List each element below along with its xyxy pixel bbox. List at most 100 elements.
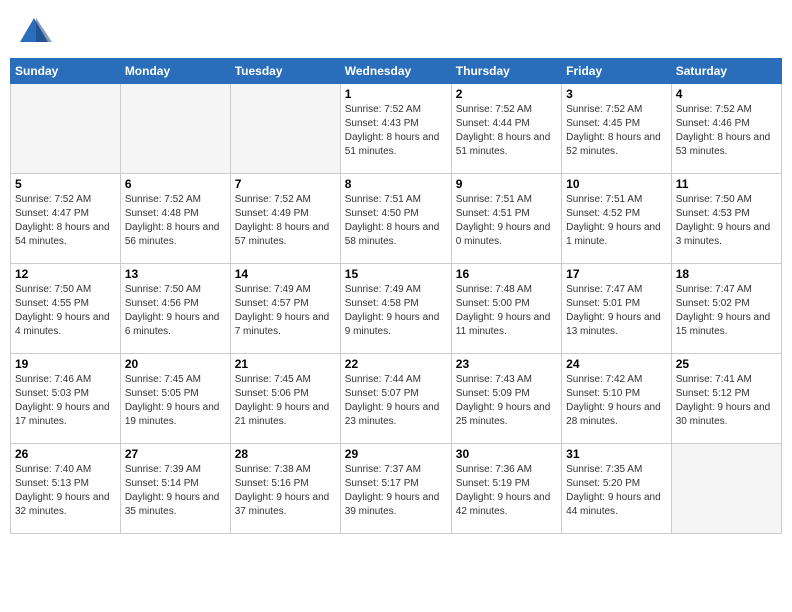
- day-number: 10: [566, 177, 667, 191]
- day-info: Sunrise: 7:43 AM Sunset: 5:09 PM Dayligh…: [456, 373, 557, 429]
- weekday-header: Monday: [120, 59, 230, 84]
- day-number: 28: [235, 447, 336, 461]
- day-info: Sunrise: 7:47 AM Sunset: 5:02 PM Dayligh…: [676, 283, 777, 339]
- day-info: Sunrise: 7:51 AM Sunset: 4:51 PM Dayligh…: [456, 193, 557, 249]
- day-info: Sunrise: 7:35 AM Sunset: 5:20 PM Dayligh…: [566, 463, 667, 519]
- day-cell: 18 Sunrise: 7:47 AM Sunset: 5:02 PM Dayli…: [671, 264, 781, 354]
- day-cell: 12 Sunrise: 7:50 AM Sunset: 4:55 PM Dayli…: [11, 264, 121, 354]
- day-cell: 25 Sunrise: 7:41 AM Sunset: 5:12 PM Dayli…: [671, 354, 781, 444]
- logo-icon: [16, 14, 52, 50]
- day-info: Sunrise: 7:49 AM Sunset: 4:57 PM Dayligh…: [235, 283, 336, 339]
- day-info: Sunrise: 7:52 AM Sunset: 4:48 PM Dayligh…: [125, 193, 226, 249]
- day-info: Sunrise: 7:52 AM Sunset: 4:49 PM Dayligh…: [235, 193, 336, 249]
- weekday-header: Sunday: [11, 59, 121, 84]
- day-cell: 31 Sunrise: 7:35 AM Sunset: 5:20 PM Dayli…: [562, 444, 672, 534]
- page-header: [10, 10, 782, 50]
- day-cell: 14 Sunrise: 7:49 AM Sunset: 4:57 PM Dayli…: [230, 264, 340, 354]
- day-info: Sunrise: 7:42 AM Sunset: 5:10 PM Dayligh…: [566, 373, 667, 429]
- day-cell: 4 Sunrise: 7:52 AM Sunset: 4:46 PM Daylig…: [671, 84, 781, 174]
- day-number: 8: [345, 177, 447, 191]
- day-cell: 3 Sunrise: 7:52 AM Sunset: 4:45 PM Daylig…: [562, 84, 672, 174]
- day-info: Sunrise: 7:45 AM Sunset: 5:05 PM Dayligh…: [125, 373, 226, 429]
- day-number: 16: [456, 267, 557, 281]
- day-info: Sunrise: 7:52 AM Sunset: 4:45 PM Dayligh…: [566, 103, 667, 159]
- day-number: 5: [15, 177, 116, 191]
- day-cell: 22 Sunrise: 7:44 AM Sunset: 5:07 PM Dayli…: [340, 354, 451, 444]
- day-number: 13: [125, 267, 226, 281]
- day-cell: [230, 84, 340, 174]
- day-number: 1: [345, 87, 447, 101]
- day-info: Sunrise: 7:46 AM Sunset: 5:03 PM Dayligh…: [15, 373, 116, 429]
- day-number: 24: [566, 357, 667, 371]
- day-cell: 2 Sunrise: 7:52 AM Sunset: 4:44 PM Daylig…: [451, 84, 561, 174]
- day-info: Sunrise: 7:52 AM Sunset: 4:47 PM Dayligh…: [15, 193, 116, 249]
- day-number: 26: [15, 447, 116, 461]
- day-number: 17: [566, 267, 667, 281]
- day-info: Sunrise: 7:39 AM Sunset: 5:14 PM Dayligh…: [125, 463, 226, 519]
- day-cell: 29 Sunrise: 7:37 AM Sunset: 5:17 PM Dayli…: [340, 444, 451, 534]
- day-number: 31: [566, 447, 667, 461]
- weekday-header: Thursday: [451, 59, 561, 84]
- day-number: 3: [566, 87, 667, 101]
- day-cell: 19 Sunrise: 7:46 AM Sunset: 5:03 PM Dayli…: [11, 354, 121, 444]
- day-cell: 27Sunrise: 7:39 AM Sunset: 5:14 PM Dayli…: [120, 444, 230, 534]
- day-info: Sunrise: 7:50 AM Sunset: 4:56 PM Dayligh…: [125, 283, 226, 339]
- week-row: 12 Sunrise: 7:50 AM Sunset: 4:55 PM Dayli…: [11, 264, 782, 354]
- day-number: 6: [125, 177, 226, 191]
- day-number: 2: [456, 87, 557, 101]
- day-cell: 16 Sunrise: 7:48 AM Sunset: 5:00 PM Dayli…: [451, 264, 561, 354]
- day-info: Sunrise: 7:51 AM Sunset: 4:50 PM Dayligh…: [345, 193, 447, 249]
- day-cell: 8 Sunrise: 7:51 AM Sunset: 4:50 PM Daylig…: [340, 174, 451, 264]
- day-number: 9: [456, 177, 557, 191]
- day-cell: 21 Sunrise: 7:45 AM Sunset: 5:06 PM Dayli…: [230, 354, 340, 444]
- day-info: Sunrise: 7:50 AM Sunset: 4:53 PM Dayligh…: [676, 193, 777, 249]
- day-number: 12: [15, 267, 116, 281]
- day-info: Sunrise: 7:41 AM Sunset: 5:12 PM Dayligh…: [676, 373, 777, 429]
- day-info: Sunrise: 7:52 AM Sunset: 4:44 PM Dayligh…: [456, 103, 557, 159]
- weekday-header: Friday: [562, 59, 672, 84]
- day-info: Sunrise: 7:51 AM Sunset: 4:52 PM Dayligh…: [566, 193, 667, 249]
- weekday-header: Saturday: [671, 59, 781, 84]
- day-cell: 17Sunrise: 7:47 AM Sunset: 5:01 PM Dayli…: [562, 264, 672, 354]
- weekday-header: Wednesday: [340, 59, 451, 84]
- day-cell: 6 Sunrise: 7:52 AM Sunset: 4:48 PM Daylig…: [120, 174, 230, 264]
- day-cell: [671, 444, 781, 534]
- day-number: 25: [676, 357, 777, 371]
- day-cell: 10 Sunrise: 7:51 AM Sunset: 4:52 PM Dayli…: [562, 174, 672, 264]
- day-number: 19: [15, 357, 116, 371]
- day-cell: 28 Sunrise: 7:38 AM Sunset: 5:16 PM Dayli…: [230, 444, 340, 534]
- weekday-header-row: SundayMondayTuesdayWednesdayThursdayFrid…: [11, 59, 782, 84]
- day-info: Sunrise: 7:52 AM Sunset: 4:43 PM Dayligh…: [345, 103, 447, 159]
- day-info: Sunrise: 7:37 AM Sunset: 5:17 PM Dayligh…: [345, 463, 447, 519]
- day-info: Sunrise: 7:48 AM Sunset: 5:00 PM Dayligh…: [456, 283, 557, 339]
- day-info: Sunrise: 7:50 AM Sunset: 4:55 PM Dayligh…: [15, 283, 116, 339]
- day-info: Sunrise: 7:49 AM Sunset: 4:58 PM Dayligh…: [345, 283, 447, 339]
- day-number: 22: [345, 357, 447, 371]
- day-info: Sunrise: 7:38 AM Sunset: 5:16 PM Dayligh…: [235, 463, 336, 519]
- day-cell: 26Sunrise: 7:40 AM Sunset: 5:13 PM Dayli…: [11, 444, 121, 534]
- day-cell: [11, 84, 121, 174]
- day-number: 4: [676, 87, 777, 101]
- day-number: 14: [235, 267, 336, 281]
- week-row: 5 Sunrise: 7:52 AM Sunset: 4:47 PM Daylig…: [11, 174, 782, 264]
- day-cell: 30Sunrise: 7:36 AM Sunset: 5:19 PM Dayli…: [451, 444, 561, 534]
- day-number: 11: [676, 177, 777, 191]
- day-info: Sunrise: 7:52 AM Sunset: 4:46 PM Dayligh…: [676, 103, 777, 159]
- day-cell: 11 Sunrise: 7:50 AM Sunset: 4:53 PM Dayli…: [671, 174, 781, 264]
- day-cell: 1 Sunrise: 7:52 AM Sunset: 4:43 PM Daylig…: [340, 84, 451, 174]
- day-number: 23: [456, 357, 557, 371]
- calendar-table: SundayMondayTuesdayWednesdayThursdayFrid…: [10, 58, 782, 534]
- day-number: 18: [676, 267, 777, 281]
- day-number: 21: [235, 357, 336, 371]
- day-info: Sunrise: 7:44 AM Sunset: 5:07 PM Dayligh…: [345, 373, 447, 429]
- weekday-header: Tuesday: [230, 59, 340, 84]
- week-row: 19 Sunrise: 7:46 AM Sunset: 5:03 PM Dayli…: [11, 354, 782, 444]
- day-number: 15: [345, 267, 447, 281]
- day-info: Sunrise: 7:36 AM Sunset: 5:19 PM Dayligh…: [456, 463, 557, 519]
- week-row: 1 Sunrise: 7:52 AM Sunset: 4:43 PM Daylig…: [11, 84, 782, 174]
- week-row: 26Sunrise: 7:40 AM Sunset: 5:13 PM Dayli…: [11, 444, 782, 534]
- day-cell: 5 Sunrise: 7:52 AM Sunset: 4:47 PM Daylig…: [11, 174, 121, 264]
- day-info: Sunrise: 7:45 AM Sunset: 5:06 PM Dayligh…: [235, 373, 336, 429]
- day-number: 29: [345, 447, 447, 461]
- day-cell: [120, 84, 230, 174]
